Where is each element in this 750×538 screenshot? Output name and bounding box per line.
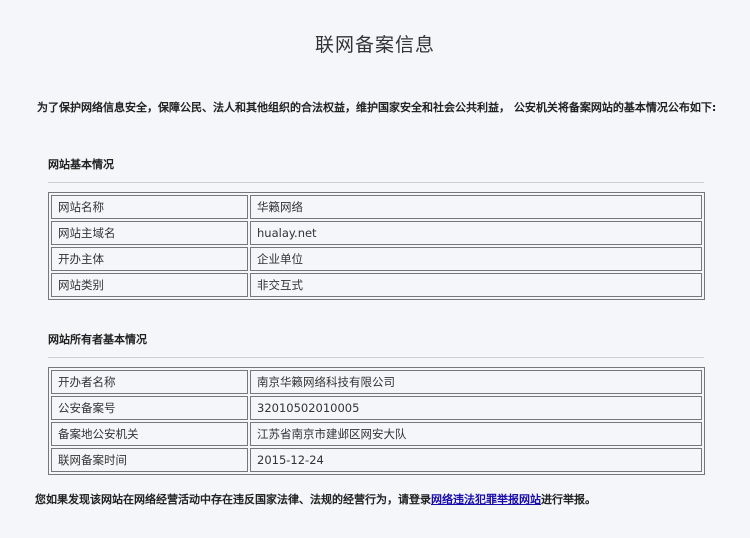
row-value: 江苏省南京市建邺区网安大队 xyxy=(250,422,702,446)
row-value: hualay.net xyxy=(250,221,702,245)
table-row: 开办者名称 南京华籁网络科技有限公司 xyxy=(51,370,702,394)
row-label: 联网备案时间 xyxy=(51,448,248,472)
row-label: 公安备案号 xyxy=(51,396,248,420)
row-label: 网站名称 xyxy=(51,195,248,219)
table-row: 联网备案时间 2015-12-24 xyxy=(51,448,702,472)
footer-prefix: 您如果发现该网站在网络经营活动中存在违反国家法律、法规的经营行为，请登录 xyxy=(35,493,431,506)
intro-text: 为了保护网络信息安全，保障公民、法人和其他组织的合法权益，维护国家安全和社会公共… xyxy=(37,101,717,114)
row-value: 企业单位 xyxy=(250,247,702,271)
report-site-link[interactable]: 网络违法犯罪举报网站 xyxy=(431,493,541,506)
row-label: 开办主体 xyxy=(51,247,248,271)
row-value: 2015-12-24 xyxy=(250,448,702,472)
row-label: 备案地公安机关 xyxy=(51,422,248,446)
owner-info-table: 开办者名称 南京华籁网络科技有限公司 公安备案号 32010502010005 … xyxy=(48,367,705,475)
table-row: 开办主体 企业单位 xyxy=(51,247,702,271)
owner-info-heading: 网站所有者基本情况 xyxy=(48,333,147,346)
table-row: 备案地公安机关 江苏省南京市建邺区网安大队 xyxy=(51,422,702,446)
footer-suffix: 进行举报。 xyxy=(541,493,596,506)
row-value: 南京华籁网络科技有限公司 xyxy=(250,370,702,394)
intro-paragraph: 为了保护网络信息安全，保障公民、法人和其他组织的合法权益，维护国家安全和社会公共… xyxy=(17,99,737,117)
row-value: 非交互式 xyxy=(250,273,702,297)
table-row: 网站主域名 hualay.net xyxy=(51,221,702,245)
footer-notice: 您如果发现该网站在网络经营活动中存在违反国家法律、法规的经营行为，请登录网络违法… xyxy=(35,491,596,507)
row-value: 华籁网络 xyxy=(250,195,702,219)
row-value: 32010502010005 xyxy=(250,396,702,420)
owner-info-divider xyxy=(48,357,704,358)
table-row: 网站名称 华籁网络 xyxy=(51,195,702,219)
row-label: 网站类别 xyxy=(51,273,248,297)
website-info-divider xyxy=(48,182,704,183)
website-info-table: 网站名称 华籁网络 网站主域名 hualay.net 开办主体 企业单位 网站类… xyxy=(48,192,705,300)
table-row: 网站类别 非交互式 xyxy=(51,273,702,297)
table-row: 公安备案号 32010502010005 xyxy=(51,396,702,420)
row-label: 网站主域名 xyxy=(51,221,248,245)
website-info-heading: 网站基本情况 xyxy=(48,158,114,171)
row-label: 开办者名称 xyxy=(51,370,248,394)
page-title: 联网备案信息 xyxy=(314,34,435,56)
